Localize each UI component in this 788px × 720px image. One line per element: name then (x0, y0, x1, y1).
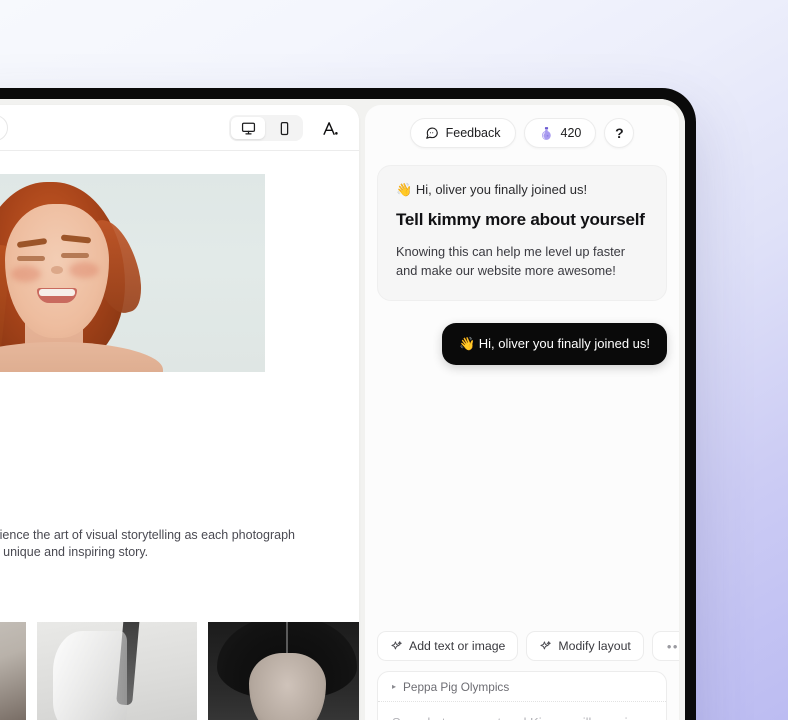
mobile-icon (277, 121, 292, 136)
assistant-message-card: 👋 Hi, oliver you finally joined us! Tell… (377, 165, 667, 301)
credits-value: 420 (560, 126, 582, 140)
help-icon: ? (615, 125, 624, 141)
thumb-face (249, 652, 326, 720)
credits-badge[interactable]: 420 (523, 118, 597, 148)
message-list: 👋 Hi, oliver you finally joined us! Tell… (365, 165, 679, 627)
message-input[interactable]: Say what you want and Kimmy will surpris… (378, 702, 666, 720)
assistant-greeting-text: Hi, oliver you finally joined us! (415, 182, 588, 197)
hero-image[interactable] (0, 174, 265, 372)
context-chip-label: Peppa Pig Olympics (403, 679, 510, 694)
image-gallery (0, 622, 359, 720)
hero-eye-right (61, 253, 89, 258)
quick-action-group: Add text or image Modify layout •• (377, 631, 679, 661)
assistant-message-title: Tell kimmy more about yourself (396, 210, 645, 229)
hero-mouth (37, 288, 77, 303)
message-input-placeholder: Say what you want and Kimmy will surpris… (392, 715, 652, 720)
wave-emoji: 👋 (458, 336, 476, 351)
hero-teeth (39, 289, 75, 296)
screenshot-root: ed (0, 0, 788, 720)
hero-blush-left (11, 266, 41, 282)
website-editor-panel: ed (0, 105, 359, 720)
status-badge: ed (0, 114, 9, 141)
gallery-thumbnail[interactable] (37, 622, 197, 720)
modify-layout-label: Modify layout (558, 639, 631, 653)
hero-eye-left (17, 256, 45, 261)
user-message-row: 👋 Hi, oliver you finally joined us! (377, 323, 667, 365)
viewport-toggle-group[interactable] (229, 115, 303, 141)
gallery-thumbnail[interactable] (0, 622, 27, 720)
thumb-hair-part (285, 622, 288, 655)
chat-composer: Add text or image Modify layout •• ▸ Pep… (365, 631, 679, 720)
user-message-text: Hi, oliver you finally joined us! (478, 336, 650, 351)
sparkle-icon (390, 640, 403, 653)
hero-blush-right (69, 262, 99, 278)
feedback-label: Feedback (445, 126, 501, 140)
section-paragraph[interactable]: Experience the art of visual storytellin… (0, 527, 297, 561)
chat-header: Feedback 420 ? (365, 105, 679, 161)
device-frame: ed (0, 88, 696, 720)
speech-bubble-icon (425, 126, 439, 140)
hero-nose (51, 266, 63, 274)
more-icon: ••• (666, 638, 679, 654)
viewport-mobile-button[interactable] (267, 117, 301, 139)
feedback-button[interactable]: Feedback (409, 118, 516, 148)
add-text-or-image-label: Add text or image (409, 639, 506, 653)
wave-emoji: 👋 (396, 182, 413, 197)
sparkle-icon (539, 640, 552, 653)
add-text-or-image-button[interactable]: Add text or image (377, 631, 519, 661)
modify-layout-button[interactable]: Modify layout (526, 631, 644, 661)
typography-button[interactable] (317, 115, 343, 141)
monitor-icon (241, 121, 256, 136)
assistant-greeting: 👋 Hi, oliver you finally joined us! (396, 182, 648, 198)
context-chip[interactable]: ▸ Peppa Pig Olympics (378, 672, 666, 702)
chevron-right-icon: ▸ (392, 682, 397, 691)
help-button[interactable]: ? (604, 118, 635, 148)
more-actions-button[interactable]: ••• (651, 631, 679, 661)
user-message-bubble: 👋 Hi, oliver you finally joined us! (441, 323, 667, 365)
potion-icon (539, 126, 554, 141)
typography-icon (322, 120, 339, 137)
device-screen: ed (0, 99, 685, 720)
hero-shoulders (0, 342, 163, 372)
editor-toolbar: ed (0, 105, 359, 151)
assistant-message-body: Knowing this can help me level up faster… (396, 244, 626, 278)
app-shell: ed (0, 99, 685, 720)
assistant-chat-panel: Feedback 420 ? 👋 Hi, oliver you finally … (365, 105, 679, 720)
message-input-card: ▸ Peppa Pig Olympics Say what you want a… (377, 671, 667, 720)
gallery-thumbnail[interactable] (207, 622, 359, 720)
website-canvas[interactable]: ection Experience the art of visual stor… (0, 152, 359, 720)
viewport-desktop-button[interactable] (231, 117, 265, 139)
